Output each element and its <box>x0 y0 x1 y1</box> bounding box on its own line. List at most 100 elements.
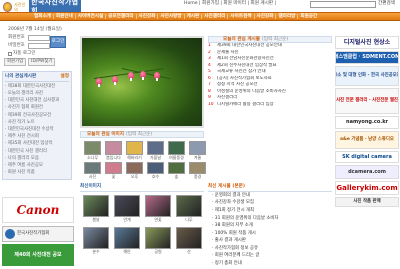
thumbnail-image[interactable] <box>189 141 206 155</box>
new-image-item[interactable]: 해안 <box>114 226 140 254</box>
my-board-item[interactable]: · 대한민국 사진대전 심사결과 <box>5 97 69 104</box>
my-board-item[interactable]: · 나의 갤러리 모음 <box>5 155 69 162</box>
new-post-row[interactable]: · 31 회원의 운영위의 다음날 소비자 <box>208 215 332 223</box>
image-thumbnail[interactable]: 사진 <box>84 162 101 179</box>
nav-item[interactable]: 공모전갤러리 <box>106 13 137 20</box>
my-board-item[interactable]: · 대한민국 사진 갤러리 <box>5 148 69 155</box>
thumbnail-image[interactable] <box>84 141 101 155</box>
image-thumbnail[interactable]: 여름풍경 <box>168 141 185 160</box>
post-title[interactable]: 이성철의 운영위의 다음날 소비자사진 <box>217 89 286 94</box>
new-post-row[interactable]: · 사진작가협회 정보 공유 <box>208 245 332 253</box>
new-post-row[interactable]: · 운영회의 결과 안내 <box>208 192 332 200</box>
right-banner[interactable]: 에스엠클럽 · SDMENT.COM <box>335 51 399 64</box>
right-banner[interactable]: Gallerykim.com <box>335 181 399 195</box>
image-thumbnail[interactable]: 숲 <box>168 162 185 179</box>
post-title[interactable]: 제39회 대한민국사진대전 공모안내 <box>217 43 282 48</box>
right-banner[interactable]: SK digital camera <box>335 151 399 163</box>
thumbnail-image[interactable] <box>147 141 164 155</box>
right-banner[interactable]: a&e 기념품 · 남양 스튜디오 <box>335 131 399 149</box>
right-banner[interactable]: 중소 및 대형 인화 - 한국 사진공모전 <box>335 66 399 86</box>
member-id-input[interactable] <box>28 34 50 41</box>
right-banner[interactable]: namyong.co.kr <box>335 116 399 129</box>
nav-item[interactable]: 게시판 <box>185 13 203 20</box>
new-image-item[interactable]: 산 <box>176 226 202 254</box>
new-post-row[interactable]: · 회원 여러분께 드리는 글 <box>208 252 332 260</box>
my-board-item[interactable]: · 제주 사진 전시회 <box>5 133 69 140</box>
new-post-row[interactable]: · 100% 회원 작품 게시 <box>208 230 332 238</box>
new-image-thumbnail[interactable] <box>114 194 140 217</box>
nav-item[interactable]: 갤러리방 <box>276 13 299 20</box>
thumbnail-image[interactable] <box>168 141 185 155</box>
new-image-item[interactable]: 나무 <box>176 194 202 222</box>
thumbnail-image[interactable] <box>126 162 143 174</box>
new-image-thumbnail[interactable] <box>145 194 171 217</box>
image-thumbnail[interactable]: 풍경 <box>189 162 206 179</box>
right-banner[interactable]: 사진 전문 갤러리 · 사진전문 웹진 <box>335 88 399 114</box>
nav-item[interactable]: 사진강좌 <box>137 13 159 20</box>
new-post-row[interactable]: · 사진강좌 수강생 모집 <box>208 199 332 207</box>
new-image-thumbnail[interactable] <box>83 194 109 217</box>
new-image-item[interactable]: 봄날 <box>83 194 109 222</box>
search-button[interactable]: 간편검색 <box>378 1 395 7</box>
image-thumbnail[interactable]: 꽃 <box>105 162 122 179</box>
new-image-item[interactable]: 안개 <box>114 194 140 222</box>
password-input[interactable] <box>28 42 50 49</box>
new-post-row[interactable]: · 정기 총회 안내 <box>208 260 332 268</box>
my-board-item[interactable]: · 제39회 전국사진공모전 <box>5 112 69 119</box>
search-input[interactable] <box>310 1 376 8</box>
nav-item[interactable]: 사진갤러리 <box>202 13 229 20</box>
post-title[interactable]: 청정 지역 사진 공모전 <box>217 82 258 87</box>
image-thumbnail[interactable]: 호수 <box>147 162 164 179</box>
image-thumbnail[interactable]: 오후 <box>126 162 143 179</box>
thumbnail-image[interactable] <box>189 162 206 174</box>
thumbnail-image[interactable] <box>147 162 164 174</box>
featured-photo[interactable] <box>80 36 204 128</box>
post-title[interactable]: 제2회 진주사진대전 입상작 발표 <box>217 63 277 68</box>
image-thumbnail[interactable]: 소나무 <box>84 141 101 160</box>
my-board-item[interactable]: · 회원 사진 작품 <box>5 169 69 176</box>
nav-item[interactable]: 사이버전시실 <box>76 13 107 20</box>
thumbnail-image[interactable] <box>168 162 185 174</box>
contest-banner[interactable]: 제40회 사진대전 공모 <box>2 244 74 266</box>
post-title[interactable]: 문제출 사진 <box>217 50 239 55</box>
new-post-row[interactable]: · 38 회원의 지부 소개 <box>208 222 332 230</box>
post-title[interactable]: 제1회 전남사진문화관광사진전 <box>217 56 274 61</box>
popular-post-row[interactable]: 10 디지털카메라 활용 갤러리 입상 <box>208 102 332 109</box>
my-board-item[interactable]: · 사진가 협회 회원전 <box>5 104 69 111</box>
my-board-item[interactable]: · 사진 작가 노트 <box>5 119 69 126</box>
join-link[interactable]: 회원가입 <box>4 58 27 66</box>
my-board-item[interactable]: · 제35회 사진대전 입상작 <box>5 140 69 147</box>
right-banner[interactable]: 사진 작품 판매 <box>335 197 399 207</box>
new-image-thumbnail[interactable] <box>145 226 171 249</box>
nav-item[interactable]: 사이트검색 <box>228 13 255 20</box>
image-thumbnail[interactable]: 해바라기 <box>126 141 143 160</box>
new-image-item[interactable]: 공원 <box>145 226 171 254</box>
nav-item[interactable]: 협회소개 <box>32 13 54 20</box>
nav-item[interactable]: 회원공간 <box>298 14 319 20</box>
new-image-thumbnail[interactable] <box>176 226 202 249</box>
login-button[interactable]: 로그인 <box>50 36 66 48</box>
right-banner[interactable]: dcamera.com <box>335 165 399 179</box>
new-post-row[interactable]: · 제1회 정기 전시 개최 <box>208 207 332 215</box>
new-image-thumbnail[interactable] <box>83 226 109 249</box>
new-image-item[interactable]: 연꽃 <box>145 194 171 222</box>
my-board-settings-link[interactable]: 설정 <box>61 74 69 80</box>
image-thumbnail[interactable]: 가을날 <box>147 141 164 160</box>
auto-login-checkbox[interactable]: 자동 로그인 <box>8 51 74 57</box>
post-title[interactable]: 디지털카메라 활용 갤러리 입상 <box>217 102 274 107</box>
post-title[interactable]: 국제교류 사진전 참가 안내 <box>217 69 266 74</box>
thumbnail-image[interactable] <box>126 141 143 155</box>
find-id-link[interactable]: ID/PW찾기 <box>28 58 56 66</box>
top-links[interactable]: Home | 회원가입 | 회원 마이터 | 회원 게시판 | <box>184 1 276 7</box>
right-banner[interactable]: 디지털사진 현상소 <box>335 36 399 49</box>
new-image-item[interactable]: 분수 <box>83 226 109 254</box>
new-image-thumbnail[interactable] <box>114 226 140 249</box>
nav-item[interactable]: 회원안내 <box>54 13 76 20</box>
my-board-item[interactable]: · 대한민국사진대전 수상작 <box>5 126 69 133</box>
image-thumbnail[interactable]: 겨울 <box>189 141 206 160</box>
post-title[interactable]: 사진갤러리 <box>217 95 237 100</box>
my-board-item[interactable]: · 오늘의 갤러리 사진 <box>5 90 69 97</box>
canon-banner[interactable]: Canon <box>2 197 74 223</box>
nav-item[interactable]: 사진강좌 <box>255 13 277 20</box>
new-image-thumbnail[interactable] <box>176 194 202 217</box>
